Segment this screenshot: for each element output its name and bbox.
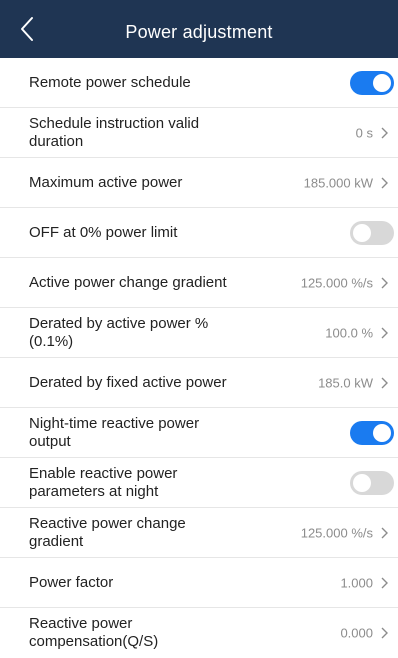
row-off-at-zero-power-limit[interactable]: OFF at 0% power limit xyxy=(0,208,398,258)
chevron-right-icon xyxy=(381,277,388,288)
chevron-right-icon xyxy=(381,327,388,338)
chevron-right-icon xyxy=(381,377,388,388)
settings-list: Remote power schedule Schedule instructi… xyxy=(0,58,398,658)
remote-power-schedule-toggle[interactable] xyxy=(350,70,394,95)
row-label: Reactive power compensation(Q/S) xyxy=(29,615,159,650)
row-value: 0.000 xyxy=(340,625,373,641)
row-value: 1.000 xyxy=(340,575,373,590)
toggle-knob xyxy=(353,223,371,242)
row-label: Night-time reactive power output xyxy=(29,414,200,450)
row-label: Reactive power change gradient xyxy=(29,514,186,550)
row-value: 0 s xyxy=(355,125,373,140)
row-label: OFF at 0% power limit xyxy=(29,223,178,241)
reactive-power-parameters-at-night-toggle[interactable] xyxy=(350,470,394,495)
chevron-right-icon xyxy=(381,577,388,588)
chevron-right-icon xyxy=(381,127,388,138)
row-value: 100.0 % xyxy=(325,325,373,340)
chevron-right-icon xyxy=(381,627,388,639)
chevron-right-icon xyxy=(381,527,388,538)
toggle-knob xyxy=(373,423,391,442)
row-value: 185.000 kW xyxy=(303,175,373,190)
row-active-power-change-gradient[interactable]: Active power change gradient 125.000 %/s xyxy=(0,258,398,308)
row-label: Enable reactive power parameters at nigh… xyxy=(29,464,178,500)
row-label: Derated by fixed active power xyxy=(29,373,227,391)
row-value: 125.000 %/s xyxy=(300,525,373,540)
row-maximum-active-power[interactable]: Maximum active power 185.000 kW xyxy=(0,158,398,208)
row-remote-power-schedule[interactable]: Remote power schedule xyxy=(0,58,398,108)
row-label: Derated by active power % (0.1%) xyxy=(29,314,209,350)
row-schedule-instruction-valid-duration[interactable]: Schedule instruction valid duration 0 s xyxy=(0,108,398,158)
off-at-zero-power-limit-toggle[interactable] xyxy=(350,220,394,245)
row-label: Maximum active power xyxy=(29,173,183,191)
row-night-time-reactive-power-output[interactable]: Night-time reactive power output xyxy=(0,408,398,458)
row-derated-by-active-power-percent[interactable]: Derated by active power % (0.1%) 100.0 % xyxy=(0,308,398,358)
toggle-knob xyxy=(353,473,371,492)
toggle-knob xyxy=(373,73,391,92)
row-enable-reactive-power-parameters-at-night[interactable]: Enable reactive power parameters at nigh… xyxy=(0,458,398,508)
row-label: Power factor xyxy=(29,573,114,591)
row-label: Active power change gradient xyxy=(29,273,227,291)
row-power-factor[interactable]: Power factor 1.000 xyxy=(0,558,398,608)
chevron-right-icon xyxy=(381,177,388,188)
row-value: 125.000 %/s xyxy=(300,275,373,290)
row-reactive-power-change-gradient[interactable]: Reactive power change gradient 125.000 %… xyxy=(0,508,398,558)
row-label: Remote power schedule xyxy=(29,73,191,91)
row-label: Schedule instruction valid duration xyxy=(29,114,200,150)
row-derated-by-fixed-active-power[interactable]: Derated by fixed active power 185.0 kW xyxy=(0,358,398,408)
night-time-reactive-power-toggle[interactable] xyxy=(350,420,394,445)
row-value: 185.0 kW xyxy=(318,375,373,390)
row-reactive-power-compensation[interactable]: Reactive power compensation(Q/S) 0.000 xyxy=(0,608,398,658)
app-header: Power adjustment xyxy=(0,0,398,58)
page-title: Power adjustment xyxy=(125,22,273,42)
